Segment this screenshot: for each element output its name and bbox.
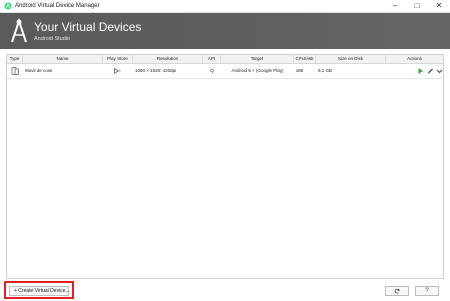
chevron-down-icon[interactable] <box>436 67 443 75</box>
device-name: Movil de cose <box>25 68 53 73</box>
device-size: 9,1 GB <box>318 68 333 73</box>
col-resolution[interactable]: Resolution <box>133 55 203 63</box>
table-header: Type Name Play Store Resolution API Targ… <box>7 55 443 64</box>
col-play-store[interactable]: Play Store <box>103 55 133 63</box>
close-icon[interactable]: ✕ <box>428 0 450 12</box>
help-button[interactable]: ? <box>415 286 439 296</box>
col-actions: Actions <box>407 56 422 61</box>
android-studio-icon <box>4 2 12 10</box>
window-title: Android Virtual Device Manager <box>15 3 100 9</box>
refresh-button[interactable] <box>385 286 409 296</box>
devices-table: Type Name Play Store Resolution API Targ… <box>6 54 444 279</box>
col-cpu-abi[interactable]: CPU/ABI <box>294 55 316 63</box>
minimize-icon[interactable]: – <box>384 0 406 12</box>
refresh-icon <box>394 288 400 294</box>
page-title: Your Virtual Devices <box>34 20 142 34</box>
phone-icon <box>11 67 19 75</box>
header-banner: Your Virtual Devices Android Studio <box>0 13 450 49</box>
col-size-on-disk[interactable]: Size on Disk <box>316 55 386 63</box>
col-type[interactable]: Type <box>7 55 23 63</box>
col-target[interactable]: Target <box>221 55 294 63</box>
device-cpu: x86 <box>296 68 304 73</box>
play-store-icon <box>114 68 121 74</box>
col-api[interactable]: API <box>203 55 221 63</box>
create-virtual-device-button[interactable]: + Create Virtual Device... <box>9 286 70 296</box>
maximize-icon[interactable]: □ <box>406 0 428 12</box>
device-target: Android 9.+ (Google Play) <box>231 68 284 73</box>
device-api: Q <box>210 68 214 73</box>
edit-icon[interactable] <box>427 67 434 75</box>
table-row[interactable]: Movil de cose 1080 × 1920: 420dpi Q Andr… <box>7 64 443 79</box>
android-studio-logo-icon <box>11 17 27 43</box>
run-icon[interactable] <box>417 67 424 75</box>
device-resolution: 1080 × 1920: 420dpi <box>135 68 177 73</box>
col-name[interactable]: Name <box>23 55 103 63</box>
window-titlebar: Android Virtual Device Manager – □ ✕ <box>0 0 450 13</box>
page-subtitle: Android Studio <box>34 36 71 42</box>
